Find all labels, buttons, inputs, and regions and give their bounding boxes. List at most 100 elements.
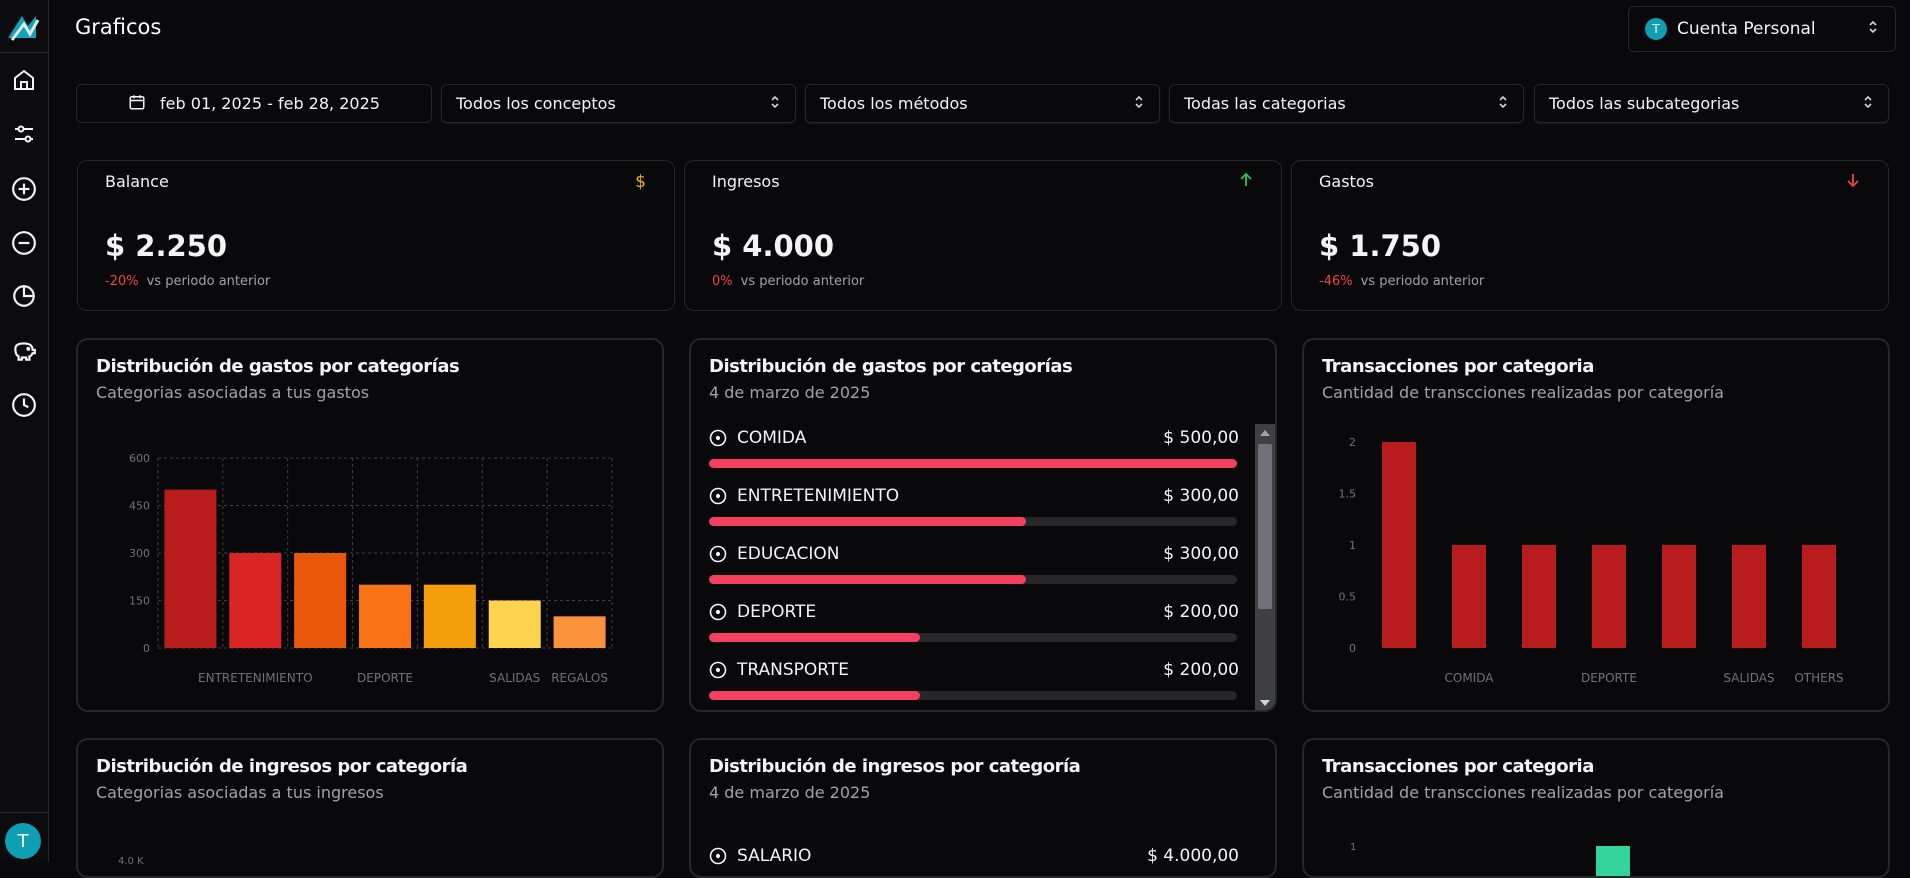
y-tick-label: 150 [129, 595, 150, 608]
chevron-up-down-icon [1497, 94, 1509, 114]
card-description: 4 de marzo de 2025 [709, 383, 871, 402]
dollar-icon: $ [635, 172, 646, 192]
category-amount: $ 200,00 [1163, 660, 1239, 680]
clock-icon[interactable] [10, 391, 38, 419]
y-tick-label: 450 [129, 500, 150, 513]
circle-dot-icon [709, 429, 727, 451]
progress-fill [709, 575, 1026, 584]
x-tick-label: SALIDAS [1723, 671, 1774, 685]
progress-fill [709, 459, 1237, 468]
list-item[interactable]: ENTRETENIMIENTO $ 300,00 [709, 482, 1239, 540]
account-avatar: T [1645, 18, 1667, 40]
sliders-icon[interactable] [10, 120, 38, 148]
card-title: Transacciones por categoria [1322, 356, 1594, 377]
y-tick-label: 1.5 [1339, 488, 1357, 501]
scroll-down-icon[interactable] [1260, 700, 1270, 706]
bar [553, 616, 606, 648]
bar [1522, 545, 1556, 648]
card-description: Cantidad de transcciones realizadas por … [1322, 783, 1724, 802]
income-category-list[interactable]: SALARIO $ 4.000,00 [709, 842, 1239, 876]
card-description: 4 de marzo de 2025 [709, 783, 871, 802]
methods-value: Todos los métodos [820, 94, 968, 113]
progress-track [709, 517, 1237, 526]
stat-compare-text: vs periodo anterior [1360, 274, 1485, 289]
category-name: DEPORTE [737, 602, 817, 622]
home-icon[interactable] [10, 66, 38, 94]
date-range-picker[interactable]: feb 01, 2025 - feb 28, 2025 [76, 84, 432, 123]
bar [1662, 545, 1696, 648]
y-tick-label: 0 [143, 642, 150, 655]
circle-dot-icon [709, 487, 727, 509]
piggy-bank-icon[interactable] [10, 337, 38, 365]
circle-dot-icon [709, 847, 727, 869]
list-item[interactable]: EDUCACION $ 300,00 [709, 540, 1239, 598]
stat-label: Ingresos [712, 172, 780, 191]
list-item[interactable]: SALARIO $ 4.000,00 [709, 842, 1239, 876]
y-tick-label: 0.5 [1339, 591, 1357, 604]
sidebar: T [0, 0, 49, 862]
category-amount: $ 500,00 [1163, 428, 1239, 448]
date-range-text: feb 01, 2025 - feb 28, 2025 [160, 94, 380, 113]
expense-distribution-list-card: Distribución de gastos por categorías 4 … [689, 338, 1277, 712]
income-transaction-bar [1596, 846, 1630, 876]
page-title: Graficos [75, 15, 162, 39]
bar [229, 553, 282, 648]
concepts-select[interactable]: Todos los conceptos [441, 84, 796, 123]
sidebar-divider [0, 812, 49, 813]
arrow-down-icon [1846, 172, 1860, 193]
user-avatar[interactable]: T [5, 823, 41, 859]
bar [1382, 442, 1416, 648]
progress-track [709, 575, 1237, 584]
category-name: COMIDA [737, 428, 807, 448]
progress-track [709, 459, 1237, 468]
income-distribution-list-card: Distribución de ingresos por categoría 4… [689, 738, 1277, 878]
y-tick-label: 600 [129, 452, 150, 465]
subcategories-select[interactable]: Todos las subcategorias [1534, 84, 1889, 123]
circle-dot-icon [709, 603, 727, 625]
plus-circle-icon[interactable] [10, 175, 38, 203]
category-amount: $ 4.000,00 [1147, 846, 1239, 866]
account-selector[interactable]: T Cuenta Personal [1628, 6, 1896, 52]
x-tick-label: ENTRETENIMIENTO [198, 671, 312, 685]
methods-select[interactable]: Todos los métodos [805, 84, 1160, 123]
list-item[interactable]: TRANSPORTE $ 200,00 [709, 656, 1239, 710]
stat-compare-text: vs periodo anterior [146, 274, 271, 289]
progress-track [709, 633, 1237, 642]
pie-chart-icon[interactable] [10, 282, 38, 310]
income-transactions-chart-card: Transacciones por categoria Cantidad de … [1302, 738, 1890, 878]
card-title: Distribución de ingresos por categoría [96, 756, 468, 777]
stat-value: $ 2.250 [105, 229, 228, 263]
minus-circle-icon[interactable] [10, 229, 38, 257]
circle-dot-icon [709, 545, 727, 567]
y-tick-label: 2 [1349, 436, 1356, 449]
stat-change: -46% vs periodo anterior [1319, 274, 1484, 289]
income-card: Ingresos $ 4.000 0% vs periodo anterior [684, 160, 1282, 311]
scroll-up-icon[interactable] [1260, 430, 1270, 436]
x-tick-label: SALIDAS [489, 671, 540, 685]
bar [359, 584, 411, 648]
scrollbar-thumb[interactable] [1258, 444, 1272, 609]
bar [488, 600, 541, 648]
bar [1452, 545, 1486, 648]
stat-compare-text: vs periodo anterior [740, 274, 865, 289]
stat-change-percent: 0% [712, 274, 733, 289]
card-title: Transacciones por categoria [1322, 756, 1594, 777]
progress-fill [709, 691, 921, 700]
list-item[interactable]: COMIDA $ 500,00 [709, 424, 1239, 482]
progress-fill [709, 517, 1026, 526]
balance-card: Balance $ $ 2.250 -20% vs periodo anterio… [77, 160, 675, 311]
categories-select[interactable]: Todas las categorias [1169, 84, 1524, 123]
expense-category-list[interactable]: COMIDA $ 500,00 ENTRETENIMIENTO $ 300,00 EDU… [709, 424, 1239, 710]
card-title: Distribución de gastos por categorías [96, 356, 460, 377]
list-scrollbar[interactable] [1255, 424, 1275, 710]
category-name: ENTRETENIMIENTO [737, 486, 900, 506]
category-amount: $ 300,00 [1163, 486, 1239, 506]
logo-icon[interactable] [6, 10, 40, 44]
card-title: Distribución de gastos por categorías [709, 356, 1073, 377]
progress-fill [709, 633, 921, 642]
list-item[interactable]: DEPORTE $ 200,00 [709, 598, 1239, 656]
chevron-up-down-icon [769, 94, 781, 114]
bar [294, 553, 347, 648]
chevron-up-down-icon [1133, 94, 1145, 114]
x-tick-label: DEPORTE [357, 671, 413, 685]
